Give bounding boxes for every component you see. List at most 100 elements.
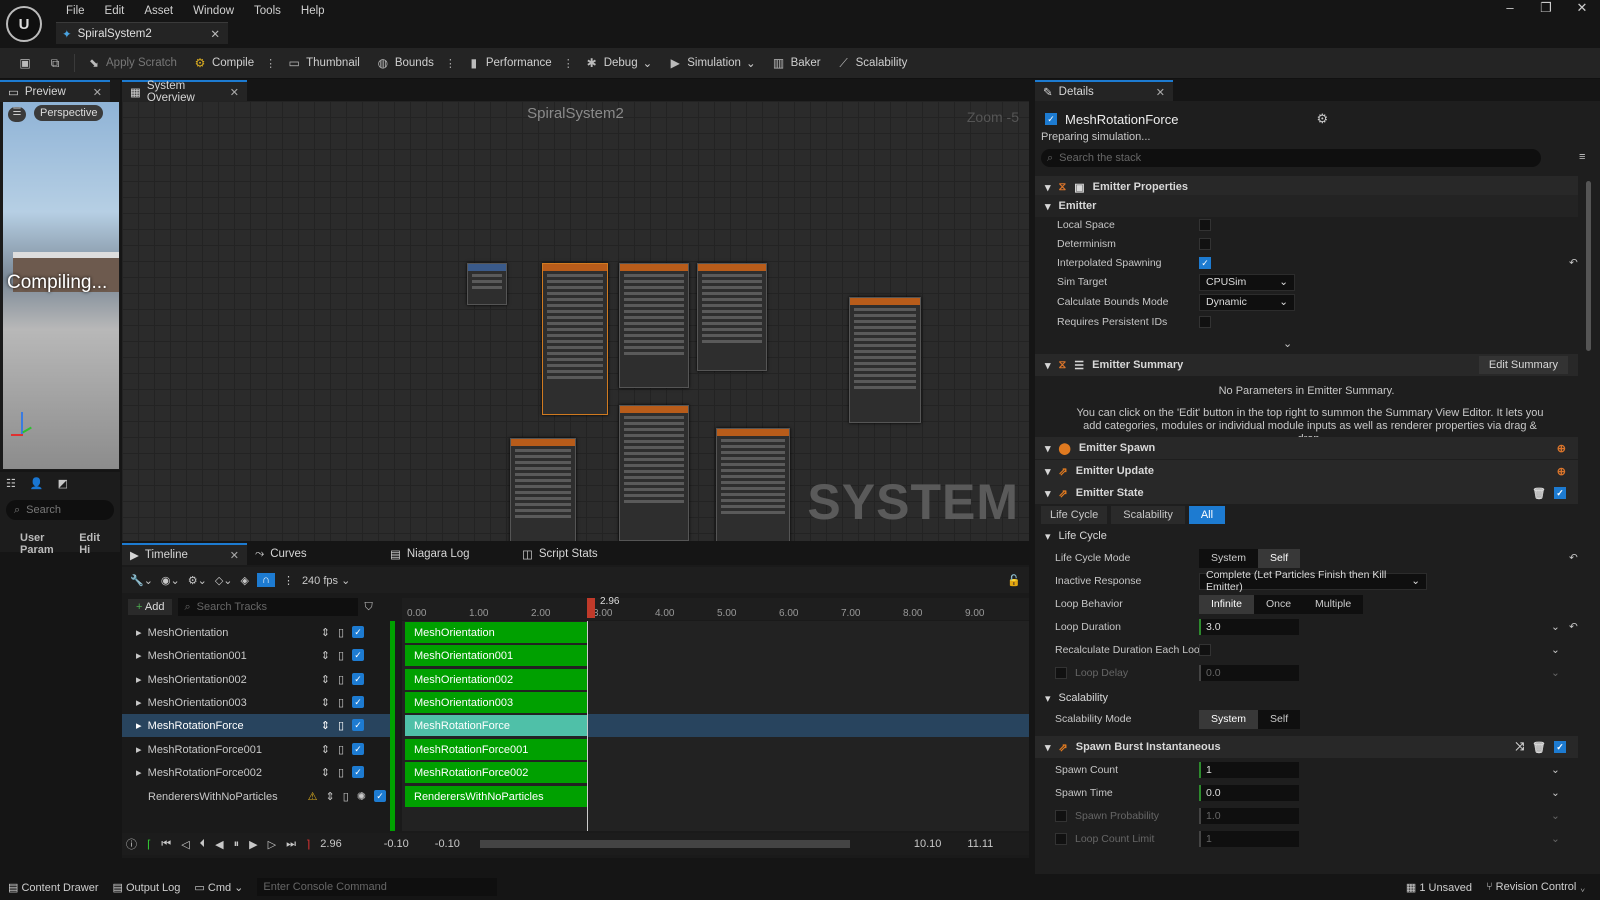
key-icon[interactable]: ◇⌄ bbox=[215, 574, 233, 587]
range-end-a[interactable]: 10.10 bbox=[914, 838, 942, 850]
save-button[interactable]: ▣ bbox=[10, 51, 40, 75]
add-track-button[interactable]: + Add bbox=[128, 599, 173, 615]
expand-arrow-icon[interactable]: ▸ bbox=[136, 743, 142, 756]
pin-icon[interactable]: ⇕ bbox=[321, 719, 330, 732]
bounds-button[interactable]: ◍ Bounds bbox=[368, 51, 442, 75]
details-scrollbar[interactable] bbox=[1586, 181, 1591, 351]
next-key-icon[interactable]: ▷ bbox=[268, 838, 276, 851]
emitter-node-rendererswithnoparticles[interactable] bbox=[697, 263, 767, 371]
inactive-response-dropdown[interactable]: Complete (Let Particles Finish then Kill… bbox=[1199, 569, 1427, 593]
emitter-node-meshorientation003[interactable] bbox=[716, 428, 790, 541]
option-self[interactable]: Self bbox=[1258, 548, 1301, 568]
interpolated-spawning-checkbox[interactable]: ✓ bbox=[1199, 257, 1211, 269]
stack-search[interactable]: ⌕ Search the stack bbox=[1041, 149, 1541, 167]
range-start-a[interactable]: -0.10 bbox=[384, 838, 409, 850]
option-infinite[interactable]: Infinite bbox=[1199, 594, 1254, 614]
keyframe-icon[interactable]: ◈ bbox=[241, 574, 249, 587]
loop-duration-input[interactable]: 3.0 bbox=[1199, 619, 1299, 635]
emitter-node-meshorientation[interactable] bbox=[619, 263, 689, 388]
emitter-node-meshrotationforce001[interactable] bbox=[510, 438, 576, 541]
isolate-icon[interactable]: ▯ bbox=[338, 719, 344, 732]
filter-icon[interactable]: ⛉ bbox=[364, 601, 372, 614]
loop-delay-checkbox[interactable] bbox=[1055, 667, 1067, 679]
eye-icon[interactable]: ◉⌄ bbox=[161, 574, 180, 587]
snap-options-icon[interactable]: ⋮ bbox=[283, 574, 294, 587]
simulation-button[interactable]: ▶ Simulation ⌄ bbox=[660, 51, 763, 75]
user-icon[interactable]: 👤 bbox=[30, 477, 44, 490]
pin-icon[interactable]: ⇕ bbox=[326, 790, 335, 803]
viewport-menu-icon[interactable]: ☰ bbox=[8, 107, 26, 122]
isolate-icon[interactable]: ▯ bbox=[338, 626, 344, 639]
track-section[interactable]: MeshOrientation bbox=[405, 622, 587, 643]
lifecycle-category-header[interactable]: ▾ Life Cycle bbox=[1035, 525, 1578, 547]
expand-arrow-icon[interactable]: ▸ bbox=[136, 719, 142, 732]
tab-niagara-log[interactable]: ▤ Niagara Log bbox=[382, 543, 514, 565]
pin-icon[interactable]: ⇕ bbox=[321, 649, 330, 662]
spawn-burst-header[interactable]: ▾ ⇗ Spawn Burst Instantaneous ⤨ 🗑 ✓ bbox=[1035, 736, 1578, 758]
isolate-icon[interactable]: ▯ bbox=[338, 696, 344, 709]
menu-window[interactable]: Window bbox=[183, 5, 244, 17]
close-window-button[interactable]: ✕ bbox=[1564, 0, 1600, 20]
scalability-mode-toggle[interactable]: System Self bbox=[1199, 709, 1301, 729]
cmd-dropdown[interactable]: ▭ Cmd ⌄ bbox=[194, 881, 243, 894]
track-section[interactable]: MeshOrientation002 bbox=[405, 669, 587, 690]
enabled-checkbox[interactable]: ✓ bbox=[352, 626, 364, 638]
performance-options-icon[interactable]: ⋮ bbox=[560, 57, 577, 70]
info-icon[interactable]: ⓘ bbox=[126, 836, 137, 852]
lock-icon[interactable]: 🔓 bbox=[1007, 574, 1021, 587]
console-input[interactable]: Enter Console Command bbox=[257, 878, 498, 896]
close-icon[interactable]: ✕ bbox=[230, 549, 239, 562]
track-row[interactable]: RenderersWithNoParticles ⚠ ⇕ ▯ ✺ ✓ bbox=[122, 785, 390, 808]
local-space-checkbox[interactable] bbox=[1199, 219, 1211, 231]
system-overview-graph[interactable]: SpiralSystem2 Zoom -5 SYSTEM bbox=[122, 101, 1029, 541]
reset-icon[interactable]: ↶ bbox=[1569, 257, 1578, 269]
timeline-scrollbar[interactable] bbox=[479, 840, 850, 848]
unreal-logo-icon[interactable]: U bbox=[6, 6, 42, 42]
chevron-down-icon[interactable]: ⌄ bbox=[1551, 621, 1560, 633]
add-module-icon[interactable]: ⊕ bbox=[1557, 442, 1566, 455]
emitter-node-meshorientation002[interactable] bbox=[849, 297, 921, 423]
output-log-button[interactable]: ▤ Output Log bbox=[113, 881, 181, 894]
trash-icon[interactable]: 🗑 bbox=[1532, 487, 1546, 500]
emitter-update-header[interactable]: ▾ ⇗ Emitter Update ⊕ bbox=[1035, 460, 1578, 482]
maximize-button[interactable]: ❐ bbox=[1528, 0, 1564, 20]
content-drawer-button[interactable]: ▤ Content Drawer bbox=[8, 881, 99, 894]
isolate-icon[interactable]: ▯ bbox=[343, 790, 349, 803]
isolate-icon[interactable]: ▯ bbox=[338, 743, 344, 756]
gear-icon[interactable]: ⚙ bbox=[1316, 111, 1328, 127]
enabled-checkbox[interactable]: ✓ bbox=[352, 696, 364, 708]
determinism-checkbox[interactable] bbox=[1199, 238, 1211, 250]
track-section[interactable]: RenderersWithNoParticles bbox=[405, 786, 587, 807]
track-section[interactable]: MeshOrientation001 bbox=[405, 645, 587, 666]
tab-timeline[interactable]: ▶ Timeline ✕ bbox=[122, 543, 247, 565]
prev-key-icon[interactable]: ◁ bbox=[181, 838, 189, 851]
emitter-state-header[interactable]: ▾ ⇗ Emitter State 🗑 ✓ bbox=[1035, 482, 1578, 504]
edit-hierarchy-button[interactable]: Edit Hi bbox=[79, 532, 100, 556]
state-tab-scalability[interactable]: Scalability bbox=[1111, 506, 1185, 524]
time-ruler[interactable]: 0.00 1.00 2.00 3.00 4.00 5.00 6.00 7.00 … bbox=[402, 596, 1029, 620]
chevron-down-icon[interactable]: ⌄ bbox=[1551, 833, 1560, 845]
option-system[interactable]: System bbox=[1199, 709, 1259, 729]
set-start-icon[interactable]: ⌈ bbox=[147, 838, 151, 851]
track-row-selected[interactable]: ▸ MeshRotationForce ⇕ ▯ ✓ bbox=[122, 714, 390, 737]
range-start-b[interactable]: -0.10 bbox=[435, 838, 460, 850]
baker-button[interactable]: ▥ Baker bbox=[764, 51, 829, 75]
track-section[interactable]: MeshRotationForce002 bbox=[405, 762, 587, 783]
pin-icon[interactable]: ⇕ bbox=[321, 743, 330, 756]
menu-file[interactable]: File bbox=[56, 5, 95, 17]
params-search[interactable]: ⌕ Search bbox=[6, 500, 114, 520]
chevron-down-icon[interactable]: ⌄ bbox=[1551, 667, 1560, 679]
close-icon[interactable]: ✕ bbox=[1156, 86, 1165, 99]
option-self[interactable]: Self bbox=[1258, 710, 1300, 729]
track-row[interactable]: ▸ MeshOrientation ⇕ ▯ ✓ bbox=[122, 621, 390, 644]
emitter-node-meshorientation001[interactable] bbox=[619, 405, 689, 541]
menu-help[interactable]: Help bbox=[291, 5, 335, 17]
isolate-icon[interactable]: ▯ bbox=[338, 673, 344, 686]
emitter-node-meshrotationforce[interactable] bbox=[542, 263, 608, 415]
spawn-count-input[interactable]: 1 bbox=[1199, 762, 1299, 778]
persistent-ids-checkbox[interactable] bbox=[1199, 316, 1211, 328]
option-once[interactable]: Once bbox=[1254, 595, 1303, 614]
state-tab-all[interactable]: All bbox=[1188, 506, 1226, 524]
track-search[interactable]: ⌕ Search Tracks bbox=[178, 598, 359, 616]
track-section[interactable]: MeshRotationForce001 bbox=[405, 739, 587, 760]
